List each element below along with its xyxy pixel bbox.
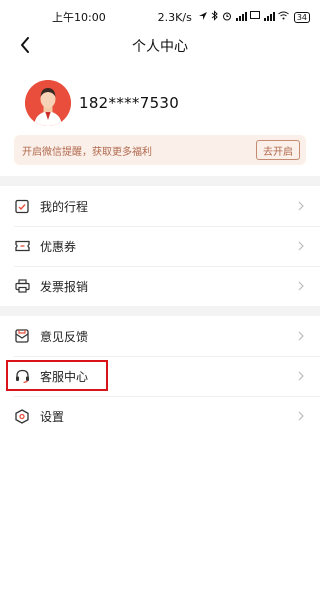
menu-group-support: 意见反馈 客服中心 设置	[0, 316, 320, 436]
menu-group-trips: 我的行程 优惠券 发票报销	[0, 186, 320, 306]
section-divider	[0, 306, 320, 316]
menu-item-feedback[interactable]: 意见反馈	[0, 316, 320, 356]
menu-label: 设置	[40, 409, 65, 424]
menu-label: 优惠券	[40, 239, 77, 254]
message-icon	[249, 11, 260, 23]
menu-item-customer-service[interactable]: 客服中心	[0, 356, 320, 396]
chevron-right-icon	[296, 280, 306, 292]
feedback-icon	[14, 328, 30, 344]
menu-item-settings[interactable]: 设置	[0, 396, 320, 436]
headset-icon	[14, 368, 30, 384]
menu-label: 意见反馈	[40, 329, 89, 344]
avatar[interactable]	[25, 80, 71, 126]
wifi-icon	[278, 11, 289, 23]
chevron-right-icon	[296, 410, 306, 422]
menu-label: 客服中心	[40, 369, 89, 384]
chevron-right-icon	[296, 240, 306, 252]
profile-section[interactable]: 182****7530	[25, 80, 179, 126]
menu-label: 发票报销	[40, 279, 89, 294]
user-phone: 182****7530	[79, 94, 180, 112]
signal-4g-icon	[235, 11, 247, 24]
coupon-icon	[14, 238, 30, 254]
chevron-right-icon	[296, 370, 306, 382]
battery-indicator: 34	[293, 11, 310, 23]
back-arrow-icon	[20, 37, 30, 57]
chevron-right-icon	[296, 330, 306, 342]
enable-reminder-button[interactable]: 去开启	[256, 140, 300, 160]
alarm-icon	[222, 11, 232, 24]
banner-text: 开启微信提醒，获取更多福利	[22, 146, 152, 158]
status-time: 上午10:00	[52, 11, 106, 24]
network-speed: 2.3K/s	[157, 10, 192, 24]
back-button[interactable]	[12, 34, 38, 60]
itinerary-icon	[14, 198, 30, 214]
chevron-right-icon	[296, 200, 306, 212]
bluetooth-icon	[211, 10, 219, 24]
menu-label: 我的行程	[40, 199, 89, 214]
menu-item-invoice[interactable]: 发票报销	[0, 266, 320, 306]
settings-icon	[14, 408, 30, 424]
status-bar: 上午10:00 2.3K/s 34	[0, 0, 320, 34]
location-icon	[198, 11, 208, 24]
menu-item-coupons[interactable]: 优惠券	[0, 226, 320, 266]
printer-icon	[14, 278, 30, 294]
section-divider	[0, 176, 320, 186]
nav-bar: 个人中心	[0, 30, 320, 62]
menu-item-my-trips[interactable]: 我的行程	[0, 186, 320, 226]
status-icons: 2.3K/s 34	[158, 10, 310, 24]
signal-4g-icon-2	[263, 11, 275, 24]
wechat-reminder-banner: 开启微信提醒，获取更多福利 去开启	[14, 135, 306, 165]
page-title: 个人中心	[132, 39, 188, 55]
